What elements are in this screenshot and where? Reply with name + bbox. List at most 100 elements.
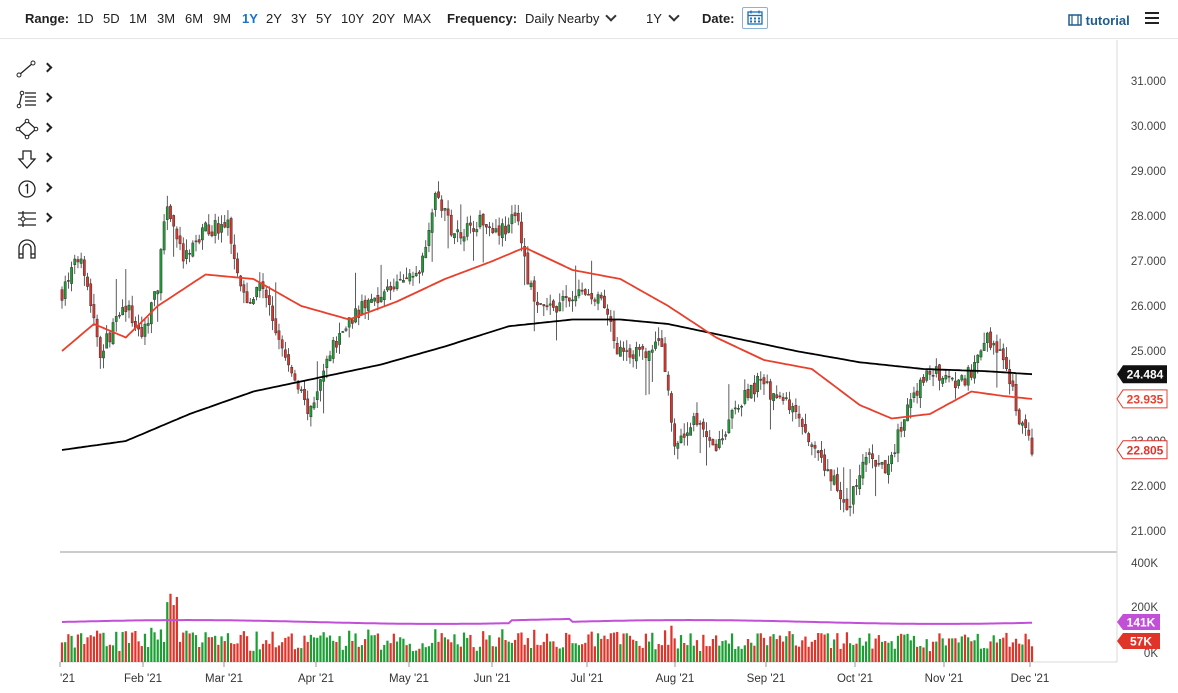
candle-body xyxy=(644,351,648,358)
shape-tool-button[interactable] xyxy=(14,118,54,140)
range-3m-button[interactable]: 3M xyxy=(157,11,175,26)
volume-bar xyxy=(364,639,367,662)
volume-bar xyxy=(459,646,462,662)
y-tick-label: 28.000 xyxy=(1131,211,1166,223)
candle-body xyxy=(248,302,252,304)
volume-bar xyxy=(245,636,249,662)
candle-body xyxy=(271,305,274,321)
volume-bar xyxy=(73,647,76,662)
measure-tool-button[interactable] xyxy=(14,208,54,230)
volume-bar xyxy=(367,629,370,662)
volume-bar xyxy=(730,633,734,662)
menu-icon[interactable] xyxy=(1145,12,1159,24)
volume-bar xyxy=(513,639,517,662)
candle-body xyxy=(548,303,552,306)
candle-body xyxy=(762,377,766,385)
candle-body xyxy=(765,381,769,383)
frequency-select[interactable]: Daily Nearby xyxy=(525,10,618,26)
candle-body xyxy=(552,300,555,308)
candle-body xyxy=(73,258,77,265)
candle-body xyxy=(941,378,945,384)
range-20y-button[interactable]: 20Y xyxy=(372,11,395,26)
tutorial-link[interactable]: tutorial xyxy=(1068,13,1130,28)
candle-body xyxy=(612,319,616,341)
volume-bar xyxy=(284,637,287,662)
volume-bar xyxy=(389,643,392,662)
volume-bar xyxy=(963,634,967,662)
volume-bar xyxy=(845,632,849,662)
volume-bar xyxy=(577,645,581,662)
candle-body xyxy=(883,460,887,474)
candle-body xyxy=(376,294,380,304)
range-9m-button[interactable]: 9M xyxy=(213,11,231,26)
y-tick-label: 21.000 xyxy=(1131,526,1166,538)
range-5y-button[interactable]: 5Y xyxy=(316,11,332,26)
candle-body xyxy=(118,314,121,317)
candle-body xyxy=(497,225,501,236)
candle-body xyxy=(245,291,249,303)
calendar-button[interactable] xyxy=(742,7,768,29)
annotation-tool-button[interactable] xyxy=(14,178,54,200)
range-1d-button[interactable]: 1D xyxy=(77,11,94,26)
volume-bar xyxy=(80,633,83,662)
candle-body xyxy=(631,354,635,359)
candle-body xyxy=(571,299,574,302)
volume-bar xyxy=(507,641,510,662)
candle-body xyxy=(283,349,287,358)
fib-tool-button[interactable] xyxy=(14,88,54,110)
candle-body xyxy=(756,375,759,393)
range-3y-button[interactable]: 3Y xyxy=(291,11,307,26)
magnet-tool-button[interactable] xyxy=(14,238,54,260)
range-5d-button[interactable]: 5D xyxy=(103,11,120,26)
candle-body xyxy=(564,296,568,299)
price-chart: 21.000 22.000 23.000 24.000 25.000 26.000 27.0… xyxy=(59,40,1168,685)
chevron-down-icon xyxy=(668,10,680,22)
arrow-tool-button[interactable] xyxy=(14,148,54,170)
range-10y-button[interactable]: 10Y xyxy=(341,11,364,26)
volume-bar xyxy=(450,642,453,662)
volume-bar xyxy=(453,634,456,662)
volume-bar xyxy=(998,638,1002,662)
long-moving-average-line xyxy=(61,318,1033,451)
volume-bar xyxy=(520,632,523,662)
volume-bar xyxy=(912,635,916,662)
y-tick-label: 26.000 xyxy=(1131,301,1166,313)
volume-bar xyxy=(214,635,217,662)
volume-bar xyxy=(679,635,683,662)
range-6m-button[interactable]: 6M xyxy=(185,11,203,26)
ma-long-badge-bg xyxy=(1117,365,1167,384)
range-1m-button[interactable]: 1M xyxy=(129,11,147,26)
candle-body xyxy=(92,304,96,319)
volume-bar xyxy=(332,640,335,662)
range-1y-button[interactable]: 1Y xyxy=(242,11,258,26)
candle-body xyxy=(743,390,747,404)
volume-bar xyxy=(395,641,399,662)
candle-body xyxy=(973,362,976,379)
candle-body xyxy=(185,250,188,259)
volume-bar xyxy=(147,647,150,662)
candle-body xyxy=(296,380,300,390)
range-max-button[interactable]: MAX xyxy=(403,11,431,26)
volume-bar xyxy=(820,633,823,662)
range-2y-button[interactable]: 2Y xyxy=(266,11,282,26)
candle-body xyxy=(274,318,278,334)
volume-bar xyxy=(1030,646,1034,662)
period-select[interactable]: 1Y xyxy=(646,10,680,26)
volume-bar xyxy=(711,638,715,662)
candle-body xyxy=(970,370,973,378)
volume-bar xyxy=(64,642,67,662)
volume-bar xyxy=(351,640,354,662)
candle-body xyxy=(462,236,466,242)
line-tool-button[interactable] xyxy=(14,58,54,80)
candle-body xyxy=(555,306,558,313)
volume-bar xyxy=(794,645,797,662)
volume-bar xyxy=(185,630,188,662)
volume-bar xyxy=(635,640,638,662)
y-tick-label: 30.000 xyxy=(1131,121,1166,133)
volume-bar xyxy=(105,646,108,662)
candle-body xyxy=(944,375,948,380)
candle-body xyxy=(392,286,396,290)
candle-body xyxy=(111,322,115,345)
candle-body xyxy=(615,343,619,355)
volume-bar xyxy=(580,644,584,662)
